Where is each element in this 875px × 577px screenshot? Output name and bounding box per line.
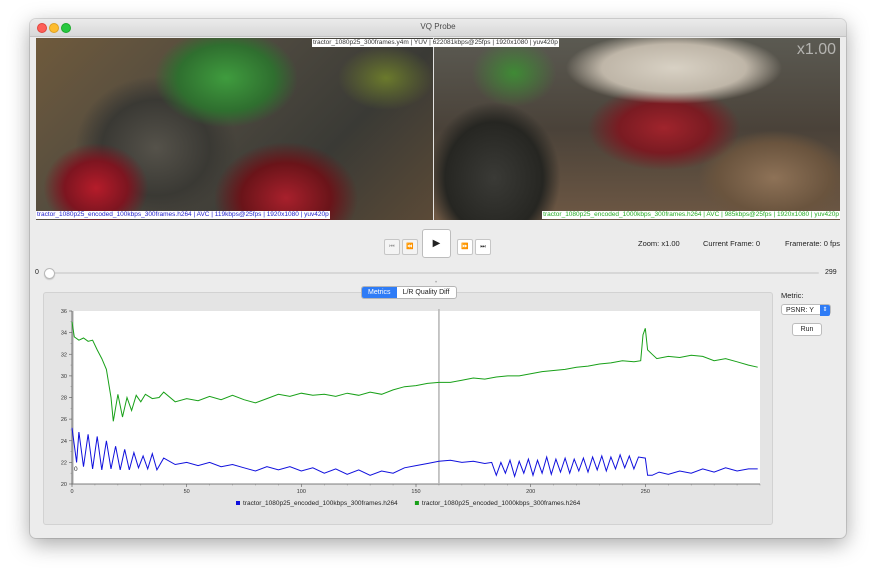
legend-entry-green: tractor_1080p25_encoded_1000kbps_300fram… (422, 500, 581, 507)
plot-area (72, 311, 760, 484)
x-tick-label: 200 (526, 489, 535, 495)
y-tick-label: 24 (61, 439, 67, 445)
app-window: VQ Probe tractor_1080p25_300frames.y4m |… (30, 19, 846, 538)
y-tick-label: 28 (61, 396, 67, 402)
y-tick-label: 32 (61, 352, 67, 358)
x-tick-label: 250 (641, 489, 650, 495)
x-tick-label: 150 (411, 489, 420, 495)
y-tick-label: 26 (61, 417, 67, 423)
y-tick-label: 22 (61, 460, 67, 466)
legend-entry-blue: tractor_1080p25_encoded_100kbps_300frame… (243, 500, 398, 507)
y-tick-label: 36 (61, 309, 67, 315)
legend-swatch-blue (236, 501, 240, 505)
x-tick-label: 0 (70, 489, 73, 495)
frame-value-label: 0 (74, 466, 78, 473)
legend-swatch-green (414, 501, 419, 505)
y-tick-label: 30 (61, 374, 67, 380)
psnr-chart: 20 22 24 26 28 30 32 34 36 0 50 100 150 200 250 0 tracto… (61, 309, 761, 507)
y-tick-label: 34 (61, 331, 67, 337)
y-tick-label: 20 (61, 482, 67, 488)
x-tick-label: 50 (184, 489, 190, 495)
x-tick-label: 100 (297, 489, 306, 495)
